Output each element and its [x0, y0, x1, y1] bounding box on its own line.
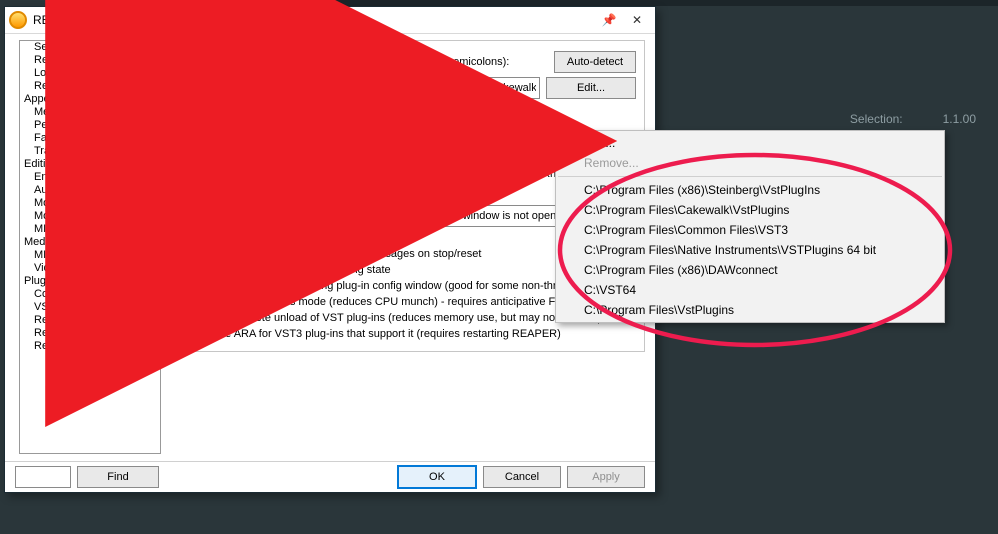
- sidebar-item[interactable]: VST: [20, 301, 160, 314]
- sidebar-item[interactable]: Video/Import/Misc: [20, 262, 160, 275]
- sidebar-item[interactable]: Appearance: [20, 93, 160, 106]
- window-title: REAPER Preferences: [33, 13, 595, 27]
- menu-remove[interactable]: Remove...: [556, 153, 944, 173]
- sidebar-item[interactable]: Fades/Crossfades: [20, 132, 160, 145]
- menu-path-item[interactable]: C:\Program Files\Common Files\VST3: [556, 220, 944, 240]
- sidebar-item[interactable]: Compatibility: [20, 288, 160, 301]
- sidebar-item[interactable]: Seeking: [20, 41, 160, 54]
- cb-uad[interactable]: [180, 295, 193, 308]
- cb-noteoff[interactable]: [180, 247, 193, 260]
- cb-flush[interactable]: [180, 231, 193, 244]
- menu-add[interactable]: Add...: [556, 133, 944, 153]
- group-legend: VST plug-ins settings: [178, 33, 286, 45]
- apply-button[interactable]: Apply: [567, 466, 645, 488]
- vst-path-input[interactable]: [180, 77, 540, 99]
- titlebar: REAPER Preferences 📌 ✕: [5, 7, 655, 34]
- edit-paths-menu: Add... Remove... C:\Program Files (x86)\…: [555, 130, 945, 323]
- menu-separator: [558, 176, 942, 177]
- sidebar-item[interactable]: Rendering: [20, 80, 160, 93]
- clear-cache-button[interactable]: Clear cache/re-scan: [268, 103, 384, 125]
- menu-path-item[interactable]: C:\Program Files (x86)\Steinberg\VstPlug…: [556, 180, 944, 200]
- cb-ara[interactable]: [180, 327, 193, 340]
- sidebar-item[interactable]: Automation: [20, 184, 160, 197]
- sidebar-item[interactable]: Envelope Display: [20, 171, 160, 184]
- sidebar-item[interactable]: Mouse: [20, 197, 160, 210]
- cb-unload[interactable]: [180, 311, 193, 324]
- cb-bypass[interactable]: [180, 279, 193, 292]
- sidebar-item[interactable]: ReaScript: [20, 327, 160, 340]
- menu-path-item[interactable]: C:\Program Files\VstPlugins: [556, 300, 944, 320]
- menu-path-item[interactable]: C:\Program Files (x86)\DAWconnect: [556, 260, 944, 280]
- menu-path-item[interactable]: C:\Program Files\Cakewalk\VstPlugins: [556, 200, 944, 220]
- find-button[interactable]: Find: [77, 466, 159, 488]
- selection-label: Selection:: [850, 112, 903, 126]
- sidebar-item[interactable]: Media: [20, 236, 160, 249]
- param-auto-label: Parameter automation notifications:: [180, 210, 353, 222]
- sidebar-item[interactable]: MIDI: [20, 249, 160, 262]
- sidebar-item[interactable]: Plug-ins: [20, 275, 160, 288]
- search-input[interactable]: [15, 466, 71, 488]
- generic-ui-checkbox[interactable]: [180, 168, 193, 181]
- path-label: VST plug-in paths (can be multiple paths…: [180, 56, 548, 68]
- category-tree[interactable]: SeekingRecordingLoop RecordingRenderingA…: [19, 40, 161, 454]
- menu-path-item[interactable]: C:\Program Files\Native Instruments\VSTP…: [556, 240, 944, 260]
- sidebar-item[interactable]: MIDI Editor: [20, 223, 160, 236]
- sidebar-item[interactable]: ReaMote: [20, 340, 160, 353]
- selection-value: 1.1.00: [943, 112, 976, 126]
- sidebar-item[interactable]: Media: [20, 106, 160, 119]
- sidebar-item[interactable]: ReWire/DX: [20, 314, 160, 327]
- close-icon[interactable]: ✕: [623, 10, 651, 30]
- ok-button[interactable]: OK: [397, 465, 477, 489]
- sidebar-item[interactable]: Editing Behavior: [20, 158, 160, 171]
- edit-paths-button[interactable]: Edit...: [546, 77, 636, 99]
- auto-detect-button[interactable]: Auto-detect: [554, 51, 636, 73]
- cancel-button[interactable]: Cancel: [483, 466, 561, 488]
- pin-icon[interactable]: 📌: [595, 10, 623, 30]
- rescan-button[interactable]: Re-scan: [180, 103, 262, 125]
- sidebar-item[interactable]: Mouse Modifiers: [20, 210, 160, 223]
- sidebar-item[interactable]: Peaks/Waveforms: [20, 119, 160, 132]
- sidebar-item[interactable]: Recording: [20, 54, 160, 67]
- sidebar-item[interactable]: Track Control Panels: [20, 145, 160, 158]
- cb-offline[interactable]: [180, 263, 193, 276]
- menu-path-item[interactable]: C:\VST64: [556, 280, 944, 300]
- sidebar-item[interactable]: Loop Recording: [20, 67, 160, 80]
- app-icon: [9, 11, 27, 29]
